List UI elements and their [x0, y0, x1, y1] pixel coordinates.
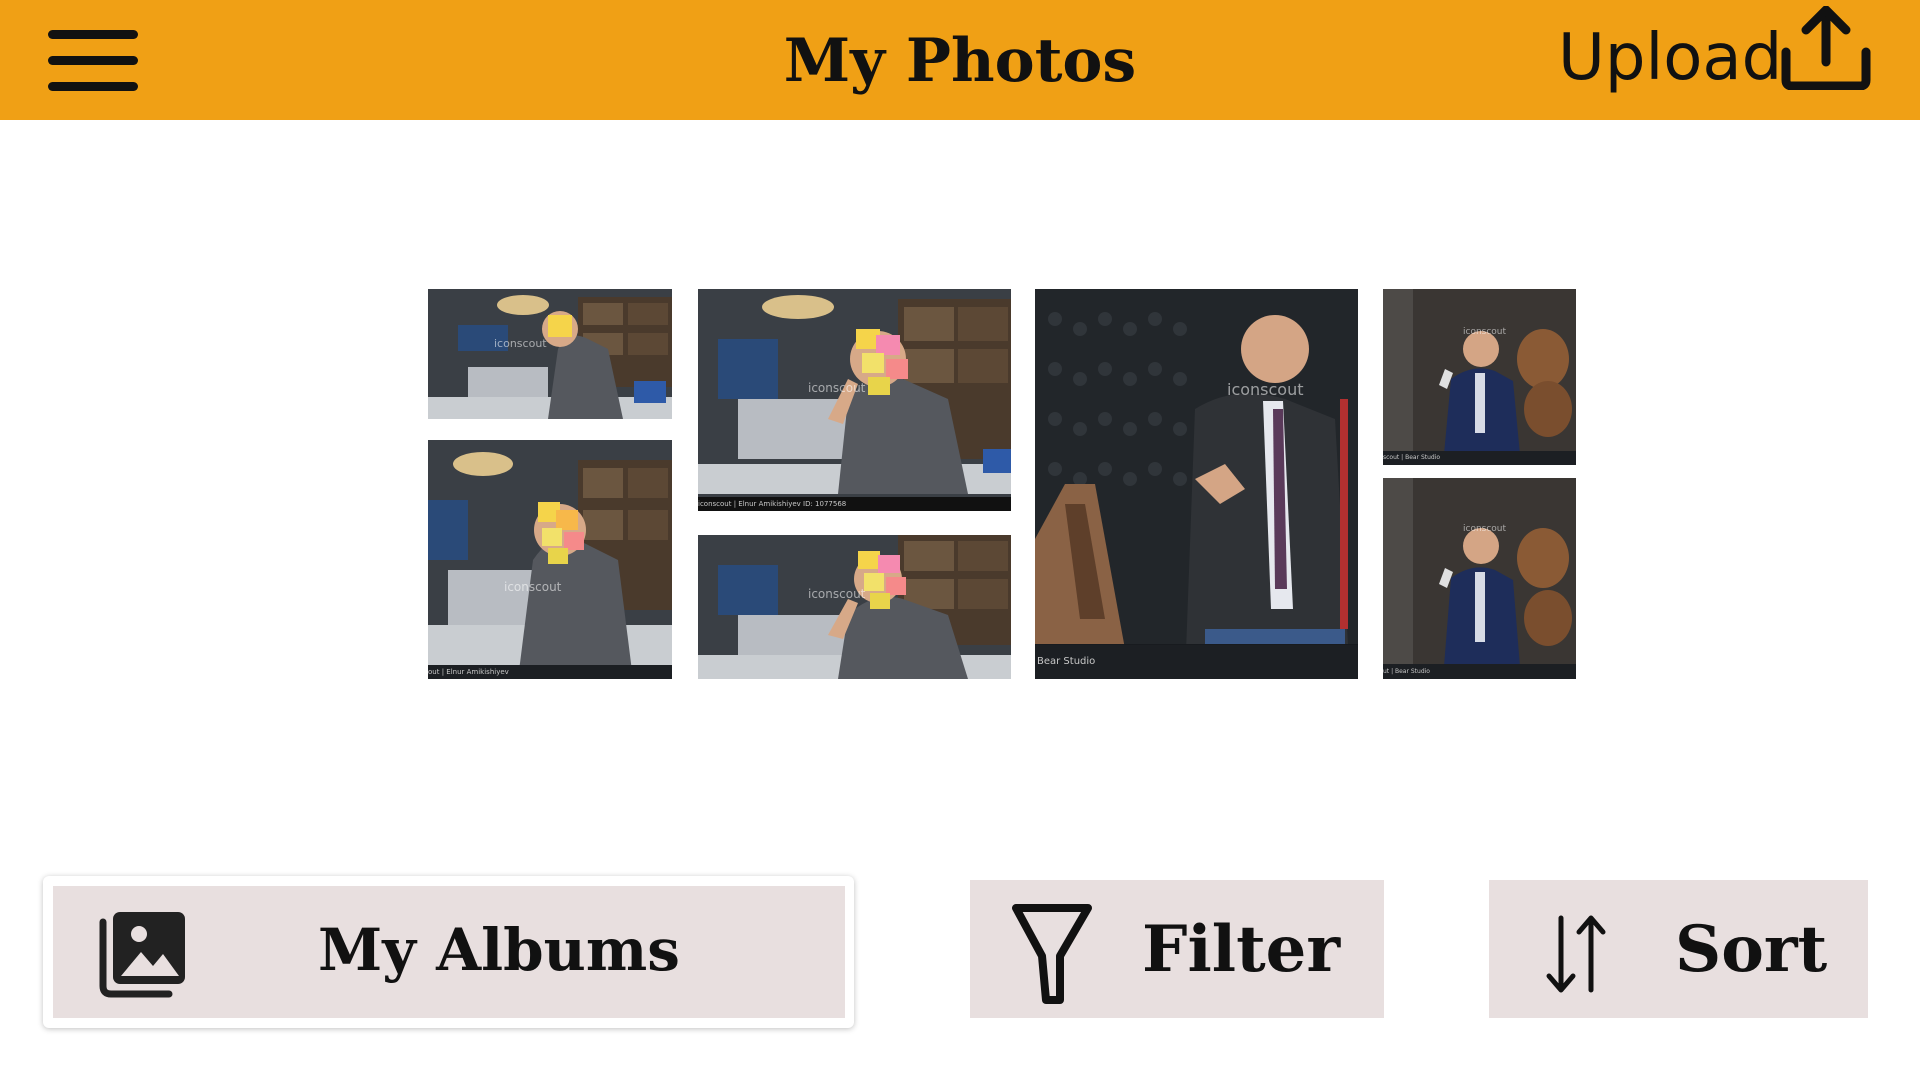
sort-button[interactable]: Sort [1489, 880, 1868, 1018]
photo-watermark: iconscout [504, 580, 562, 594]
sort-label: Sort [1675, 912, 1828, 987]
funnel-icon [1012, 904, 1092, 1004]
app-header: My Photos Upload [0, 0, 1920, 120]
photo-watermark: iconscout [808, 381, 866, 395]
sort-arrows-icon [1546, 915, 1606, 993]
photo-gallery-icon [99, 912, 185, 998]
photo-thumbnail[interactable]: iconscout out | Elnur Amikishiyev [428, 440, 672, 679]
photo-caption: ut | Bear Studio [1383, 664, 1576, 679]
photo-watermark: iconscout [1463, 327, 1507, 337]
upload-button[interactable]: Upload [1540, 0, 1880, 120]
photo-watermark: iconscout [494, 337, 547, 350]
photo-thumbnail[interactable]: iconscout Bear Studio [1035, 289, 1358, 679]
photo-watermark: iconscout [808, 587, 866, 601]
photo-thumbnail[interactable]: iconscout ut | Bear Studio [1383, 478, 1576, 679]
my-albums-button[interactable]: My Albums [53, 886, 845, 1018]
photo-thumbnail[interactable]: iconscout [698, 535, 1011, 679]
upload-icon [1781, 6, 1871, 90]
upload-label: Upload [1558, 21, 1783, 95]
photo-caption: out | Elnur Amikishiyev [428, 665, 672, 679]
photo-caption: Bear Studio [1035, 645, 1358, 679]
photo-thumbnail[interactable]: iconscout scout | Bear Studio [1383, 289, 1576, 465]
filter-button[interactable]: Filter [970, 880, 1384, 1018]
photo-watermark: iconscout [1463, 524, 1507, 534]
my-albums-label: My Albums [318, 916, 680, 984]
photo-caption: scout | Bear Studio [1383, 451, 1576, 465]
photo-watermark: iconscout [1227, 380, 1304, 399]
photo-caption: iconscout | Elnur Amikishiyev ID: 107756… [698, 497, 1011, 511]
photo-thumbnail[interactable]: iconscout [428, 289, 672, 419]
photo-thumbnail[interactable]: iconscout iconscout | Elnur Amikishiyev … [698, 289, 1011, 511]
filter-label: Filter [1142, 912, 1341, 987]
